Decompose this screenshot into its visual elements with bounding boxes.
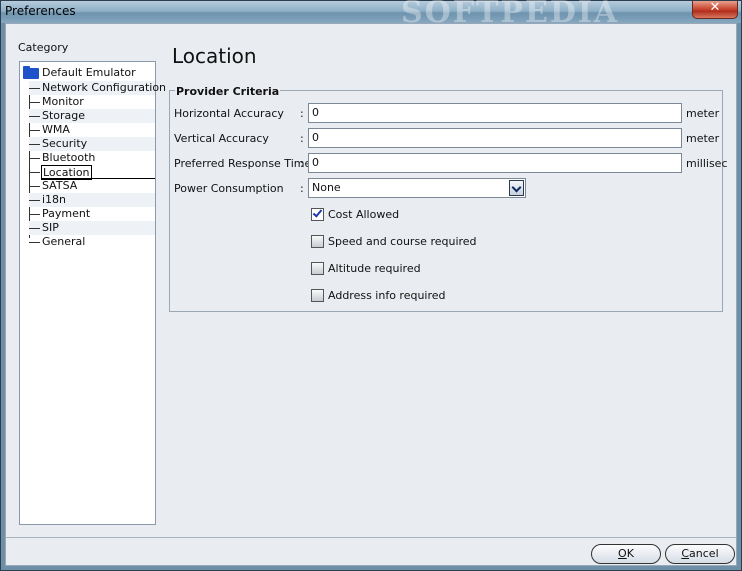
title-bar[interactable]: Preferences SOFTPEDIA ✕	[1, 0, 741, 30]
cancel-button[interactable]: Cancel	[665, 544, 735, 564]
ok-mnemonic: O	[618, 547, 627, 560]
tree-root-label: Default Emulator	[42, 66, 136, 79]
power-consumption-value: None	[312, 181, 341, 194]
vertical-accuracy-unit: meter	[686, 132, 720, 145]
category-tree[interactable]: Default Emulator Network Configuration M…	[19, 61, 166, 525]
tree-item-label: WMA	[42, 123, 70, 136]
horizontal-accuracy-label: Horizontal Accuracy	[174, 107, 284, 120]
horizontal-accuracy-input[interactable]: 0	[308, 103, 682, 123]
button-bar-separator	[6, 537, 736, 538]
tree-root-default-emulator[interactable]: Default Emulator	[23, 66, 153, 81]
tree-item-payment[interactable]: Payment	[29, 207, 155, 221]
power-consumption-label: Power Consumption	[174, 182, 284, 195]
tree-item-label: Storage	[42, 109, 86, 122]
preferred-response-time-input[interactable]: 0	[308, 153, 682, 173]
chevron-down-icon	[511, 182, 522, 193]
checkbox-label: Altitude required	[328, 262, 421, 275]
tree-item-label: SIP	[42, 221, 59, 234]
tree-item-wma[interactable]: WMA	[29, 123, 155, 137]
checkbox-box[interactable]	[311, 235, 324, 248]
ok-label: K	[626, 547, 634, 560]
colon: :	[300, 182, 304, 195]
tree-item-sip[interactable]: SIP	[29, 221, 155, 235]
tree-item-label: General	[42, 235, 86, 248]
page-title: Location	[172, 44, 257, 68]
power-consumption-select[interactable]: None	[308, 178, 526, 198]
checkbox-label: Cost Allowed	[328, 208, 400, 221]
tree-item-security[interactable]: Security	[29, 137, 155, 151]
preferred-response-time-label: Preferred Response Time	[174, 157, 312, 170]
tree-item-label: SATSA	[42, 179, 78, 192]
tree-item-satsa[interactable]: SATSA	[29, 179, 155, 193]
cancel-mnemonic: C	[681, 547, 690, 560]
colon: :	[300, 107, 304, 120]
tree-item-label: Payment	[42, 207, 91, 220]
colon: :	[300, 157, 304, 170]
tree-item-bluetooth[interactable]: Bluetooth	[29, 151, 155, 165]
window-title: Preferences	[5, 4, 76, 18]
tree-item-storage[interactable]: Storage	[29, 109, 155, 123]
cancel-label: ancel	[689, 547, 719, 560]
ok-button[interactable]: OK	[591, 544, 661, 564]
dropdown-button[interactable]	[509, 180, 524, 196]
provider-criteria-group: Provider Criteria Horizontal Accuracy : …	[169, 85, 728, 312]
category-heading: Category	[18, 41, 69, 54]
checkbox-box[interactable]	[311, 262, 324, 275]
preferred-response-time-unit: millisec	[686, 157, 728, 170]
checkbox-box[interactable]	[311, 289, 324, 302]
preferences-window: Preferences SOFTPEDIA ✕ Category Default…	[0, 0, 742, 571]
tree-item-label: Security	[42, 137, 88, 150]
tree-item-monitor[interactable]: Monitor	[29, 95, 155, 109]
tree-item-i18n[interactable]: i18n	[29, 193, 155, 207]
folder-icon	[23, 66, 39, 79]
checkbox-box[interactable]	[311, 207, 324, 221]
tree-item-label: Network Configuration	[42, 81, 167, 94]
tree-item-location[interactable]: Location	[29, 165, 155, 180]
vertical-accuracy-label: Vertical Accuracy	[174, 132, 269, 145]
colon: :	[300, 132, 304, 145]
checkbox-label: Address info required	[328, 289, 446, 302]
tree-item-label: i18n	[42, 193, 67, 206]
checkbox-label: Speed and course required	[328, 235, 477, 248]
close-button[interactable]: ✕	[692, 0, 738, 19]
dialog-body: Category Default Emulator Network Config…	[5, 23, 737, 566]
tree-item-label: Monitor	[42, 95, 84, 108]
checkmark-icon	[312, 207, 323, 218]
vertical-accuracy-input[interactable]: 0	[308, 128, 682, 148]
group-title: Provider Criteria	[175, 85, 281, 98]
close-icon: ✕	[709, 0, 721, 15]
tree-item-network-configuration[interactable]: Network Configuration	[29, 81, 166, 95]
horizontal-accuracy-unit: meter	[686, 107, 720, 120]
tree-item-label: Bluetooth	[42, 151, 96, 164]
tree-item-general[interactable]: General	[29, 235, 155, 249]
